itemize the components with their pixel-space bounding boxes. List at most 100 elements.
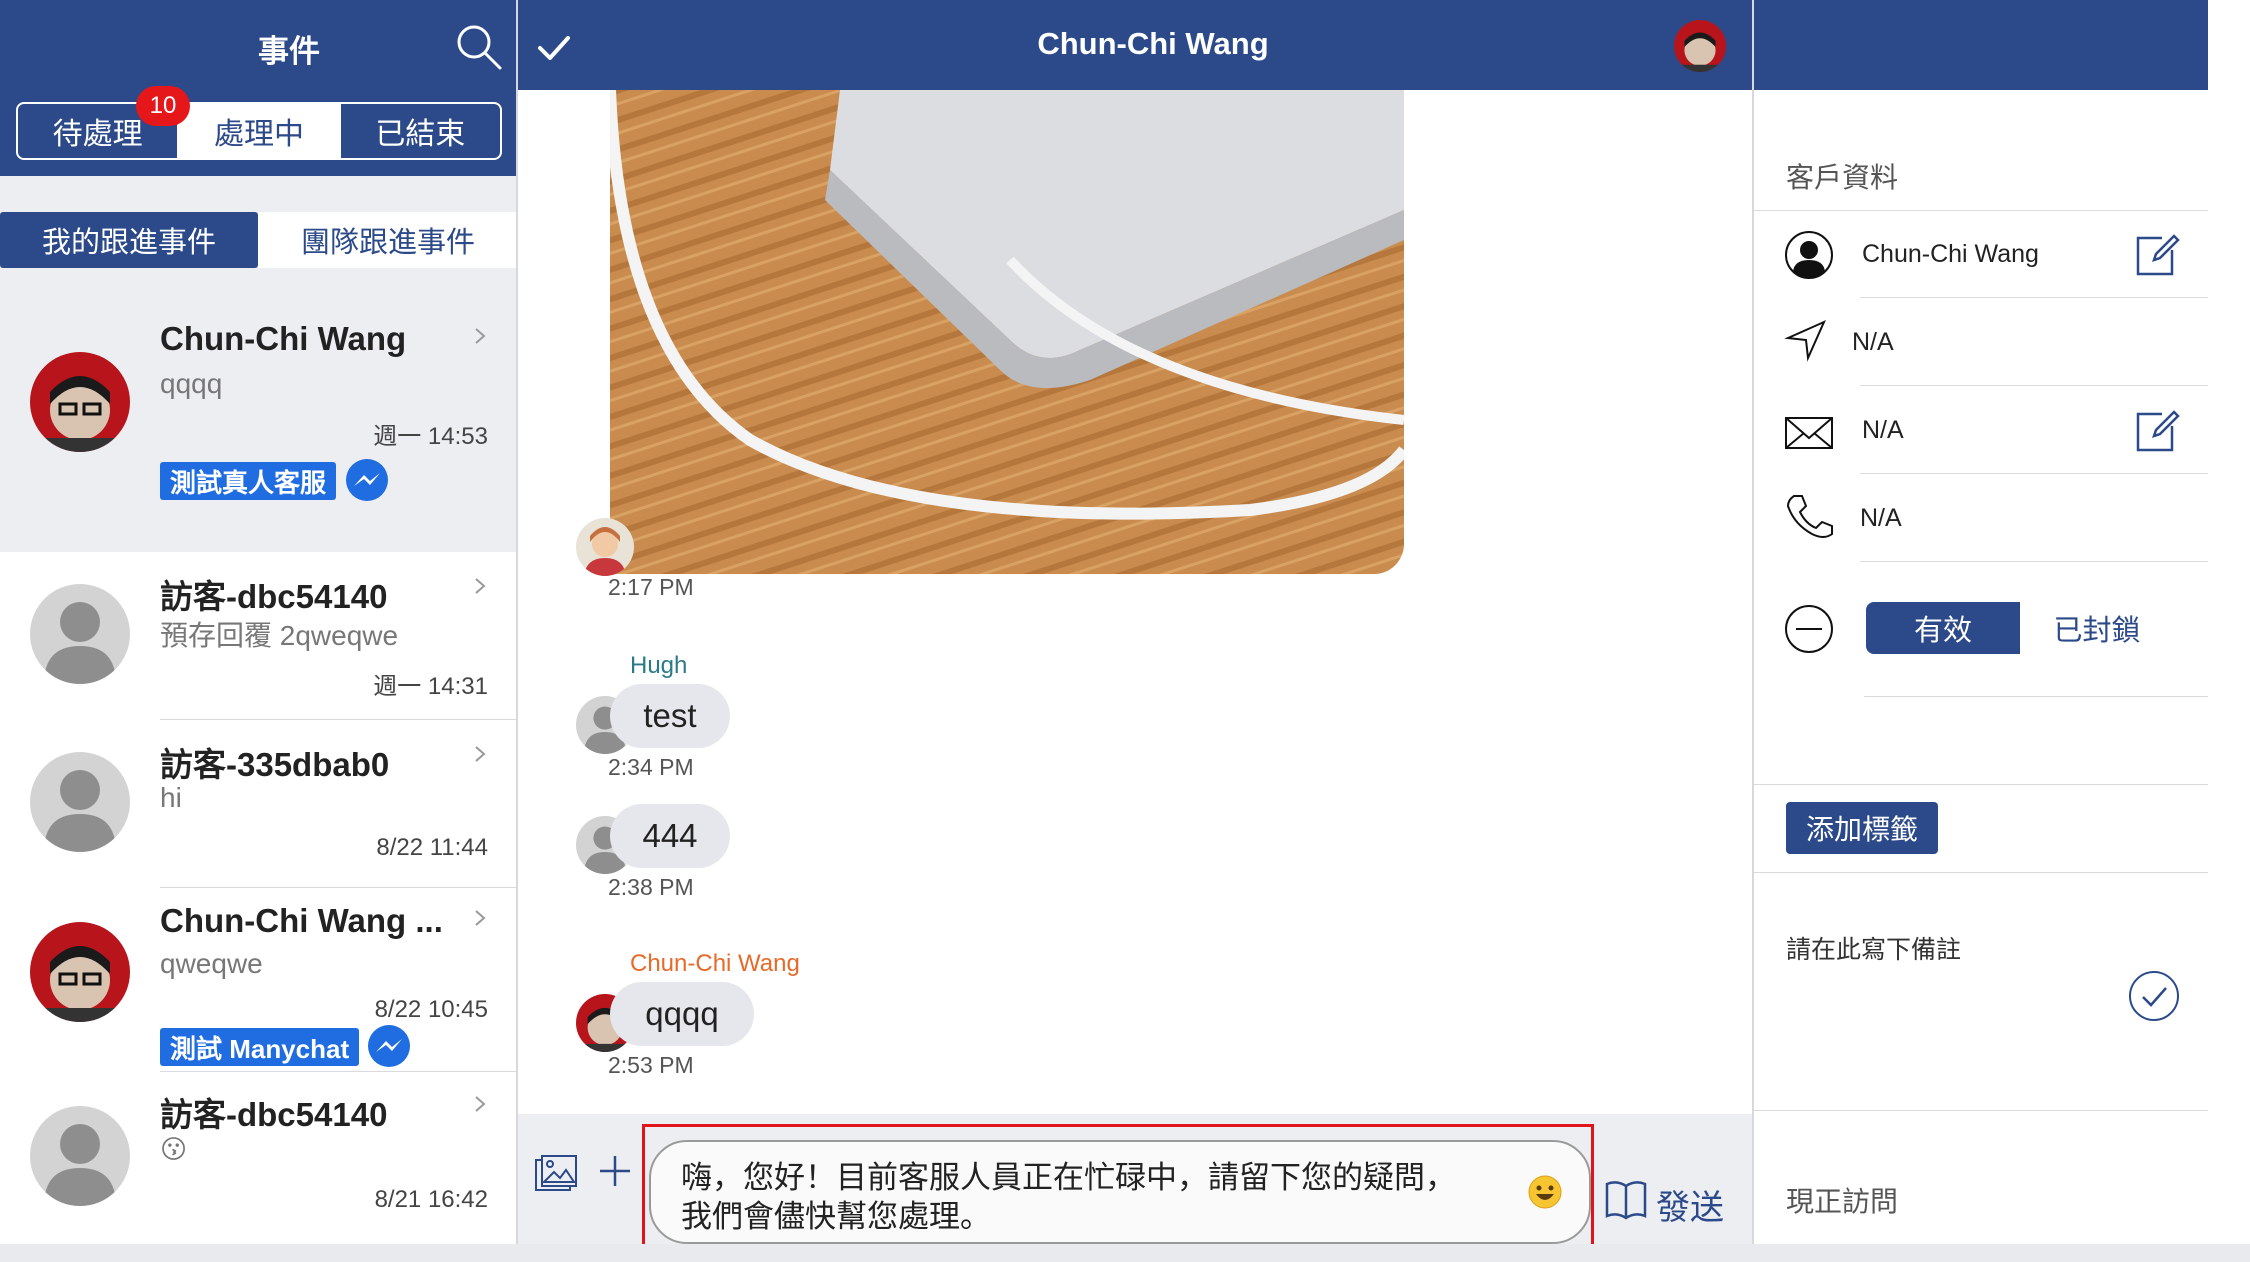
conversation-item[interactable]: 訪客-dbc54140 預存回覆 2qweqwe 週一 14:31 bbox=[0, 552, 516, 720]
conversation-item[interactable]: 訪客-335dbab0 hi 8/22 11:44 bbox=[0, 720, 516, 888]
chat-panel: Chun-Chi Wang 2:17 PM Hugh test 2:34 PM … bbox=[518, 0, 1752, 1262]
phone-row: N/A bbox=[1754, 474, 2210, 562]
customer-email: N/A bbox=[1862, 416, 1904, 444]
avatar bbox=[576, 518, 634, 576]
location-row: N/A bbox=[1754, 298, 2210, 386]
emoji-icon[interactable] bbox=[1527, 1174, 1563, 1210]
image-message[interactable] bbox=[610, 90, 1404, 574]
divider bbox=[1860, 561, 2210, 562]
phone-icon bbox=[1786, 495, 1833, 538]
message-preview: qweqwe bbox=[160, 948, 263, 979]
image-upload-icon[interactable] bbox=[534, 1154, 578, 1194]
message-time: 8/22 11:44 bbox=[376, 834, 488, 861]
composer-highlight: 嗨，您好！目前客服人員正在忙碌中，請留下您的疑問， 我們會儘快幫您處理。 bbox=[642, 1124, 1594, 1254]
avatar bbox=[30, 352, 130, 452]
customer-info-panel: 客戶資料 Chun-Chi Wang N/A N/A N/A 有效 已封鎖 添加… bbox=[1752, 0, 2210, 1262]
contact-name: Chun-Chi Wang ... bbox=[160, 902, 443, 939]
sidebar-title: 事件 bbox=[258, 34, 320, 69]
conversation-sidebar: 事件 待處理 處理中 已結束 10 我的跟進事件 團隊跟進事件 Chun-Chi… bbox=[0, 0, 518, 1262]
canned-reply-icon[interactable] bbox=[1603, 1178, 1649, 1220]
message-preview: 😗 bbox=[160, 1134, 188, 1164]
sender-name: Chun-Chi Wang bbox=[630, 950, 800, 977]
current-visit-title: 現正訪問 bbox=[1786, 1186, 1899, 1217]
divider bbox=[1754, 1110, 2210, 1111]
messenger-icon bbox=[368, 1025, 410, 1067]
chat-title: Chun-Chi Wang bbox=[1037, 26, 1269, 61]
status-blocked-button[interactable]: 已封鎖 bbox=[2020, 602, 2174, 654]
message-time: 2:17 PM bbox=[608, 574, 694, 600]
message-time: 週一 14:53 bbox=[373, 423, 488, 450]
avatar bbox=[30, 922, 130, 1022]
composer-bar: 嗨，您好！目前客服人員正在忙碌中，請留下您的疑問， 我們會儘快幫您處理。 發送 bbox=[518, 1114, 1752, 1262]
customer-name-row: Chun-Chi Wang bbox=[1754, 210, 2210, 298]
chat-header: Chun-Chi Wang bbox=[518, 0, 1752, 90]
message-preview: 預存回覆 2qweqwe bbox=[160, 620, 399, 651]
channel-tag: 測試真人客服 bbox=[160, 462, 337, 500]
contact-name: 訪客-dbc54140 bbox=[160, 578, 388, 615]
chevron-right-icon bbox=[475, 578, 486, 594]
bottom-strip bbox=[0, 1244, 2250, 1262]
chevron-right-icon bbox=[475, 328, 486, 344]
note-input[interactable]: 請在此寫下備註 bbox=[1786, 930, 1961, 966]
location-arrow-icon bbox=[1784, 320, 1826, 362]
message-preview: hi bbox=[160, 782, 182, 813]
message-input[interactable]: 嗨，您好！目前客服人員正在忙碌中，請留下您的疑問， 我們會儘快幫您處理。 bbox=[649, 1140, 1591, 1244]
divider bbox=[1864, 696, 2210, 697]
save-note-icon[interactable] bbox=[2128, 970, 2180, 1022]
add-tag-button[interactable]: 添加標籤 bbox=[1786, 802, 1939, 854]
contact-name: 訪客-335dbab0 bbox=[160, 746, 390, 783]
conversation-item[interactable]: Chun-Chi Wang qqqq 週一 14:53 測試真人客服 bbox=[0, 304, 516, 552]
status-tabs: 待處理 處理中 已結束 bbox=[16, 102, 502, 160]
chevron-right-icon bbox=[475, 1096, 486, 1112]
search-icon[interactable] bbox=[454, 22, 504, 72]
customer-phone: N/A bbox=[1860, 504, 1902, 532]
status-valid-button[interactable]: 有效 bbox=[1866, 602, 2020, 654]
chevron-right-icon bbox=[475, 910, 486, 926]
message-time: 2:34 PM bbox=[608, 754, 694, 780]
conversation-list: Chun-Chi Wang qqqq 週一 14:53 測試真人客服 訪客-db… bbox=[0, 304, 516, 1262]
message-bubble: test bbox=[610, 684, 730, 748]
avatar bbox=[30, 1106, 130, 1206]
mail-icon bbox=[1785, 417, 1833, 449]
sidebar-header: 事件 待處理 處理中 已結束 10 bbox=[0, 0, 516, 176]
message-input-text: 嗨，您好！目前客服人員正在忙碌中，請留下您的疑問， 我們會儘快幫您處理。 bbox=[681, 1160, 1456, 1234]
contact-name: 訪客-dbc54140 bbox=[160, 1096, 388, 1133]
scope-bar: 我的跟進事件 團隊跟進事件 bbox=[0, 176, 516, 304]
message-time: 2:38 PM bbox=[608, 874, 694, 900]
plus-icon[interactable] bbox=[598, 1154, 632, 1188]
message-time: 週一 14:31 bbox=[373, 673, 488, 700]
customer-location: N/A bbox=[1852, 328, 1894, 356]
conversation-item[interactable]: 訪客-dbc54140 😗 8/21 16:42 bbox=[0, 1072, 516, 1248]
edit-icon[interactable] bbox=[2132, 406, 2180, 454]
customer-name: Chun-Chi Wang bbox=[1862, 240, 2039, 268]
channel-tag: 測試 Manychat bbox=[160, 1028, 360, 1066]
chevron-right-icon bbox=[475, 746, 486, 762]
edit-icon[interactable] bbox=[2132, 230, 2180, 278]
sender-name: Hugh bbox=[630, 652, 688, 679]
tab-team-events[interactable]: 團隊跟進事件 bbox=[258, 212, 516, 268]
conversation-item[interactable]: Chun-Chi Wang ... qweqwe 8/22 10:45 測試 M… bbox=[0, 888, 516, 1072]
contact-name: Chun-Chi Wang bbox=[160, 320, 407, 357]
message-preview: qqqq bbox=[160, 368, 223, 399]
pending-count-badge: 10 bbox=[136, 86, 190, 126]
avatar[interactable] bbox=[1674, 20, 1726, 72]
message-bubble: qqqq bbox=[610, 982, 754, 1046]
tab-my-events[interactable]: 我的跟進事件 bbox=[0, 212, 258, 268]
tab-in-progress[interactable]: 處理中 bbox=[177, 104, 339, 158]
message-bubble: 444 bbox=[610, 804, 730, 868]
messenger-icon bbox=[346, 459, 388, 501]
tab-closed[interactable]: 已結束 bbox=[338, 104, 500, 158]
customer-info-title: 客戶資料 bbox=[1786, 162, 1899, 193]
message-time: 8/22 10:45 bbox=[374, 996, 488, 1023]
app-root: 事件 待處理 處理中 已結束 10 我的跟進事件 團隊跟進事件 Chun-Chi… bbox=[0, 0, 2250, 1262]
message-time: 8/21 16:42 bbox=[374, 1186, 488, 1213]
send-button[interactable]: 發送 bbox=[1656, 1180, 1724, 1229]
email-row: N/A bbox=[1754, 386, 2210, 474]
window-edge bbox=[2208, 0, 2250, 1262]
divider bbox=[1754, 784, 2210, 785]
message-time: 2:53 PM bbox=[608, 1052, 694, 1078]
divider bbox=[1754, 872, 2210, 873]
remove-icon[interactable] bbox=[1784, 604, 1834, 654]
avatar bbox=[30, 584, 130, 684]
info-panel-header bbox=[1754, 0, 2210, 90]
